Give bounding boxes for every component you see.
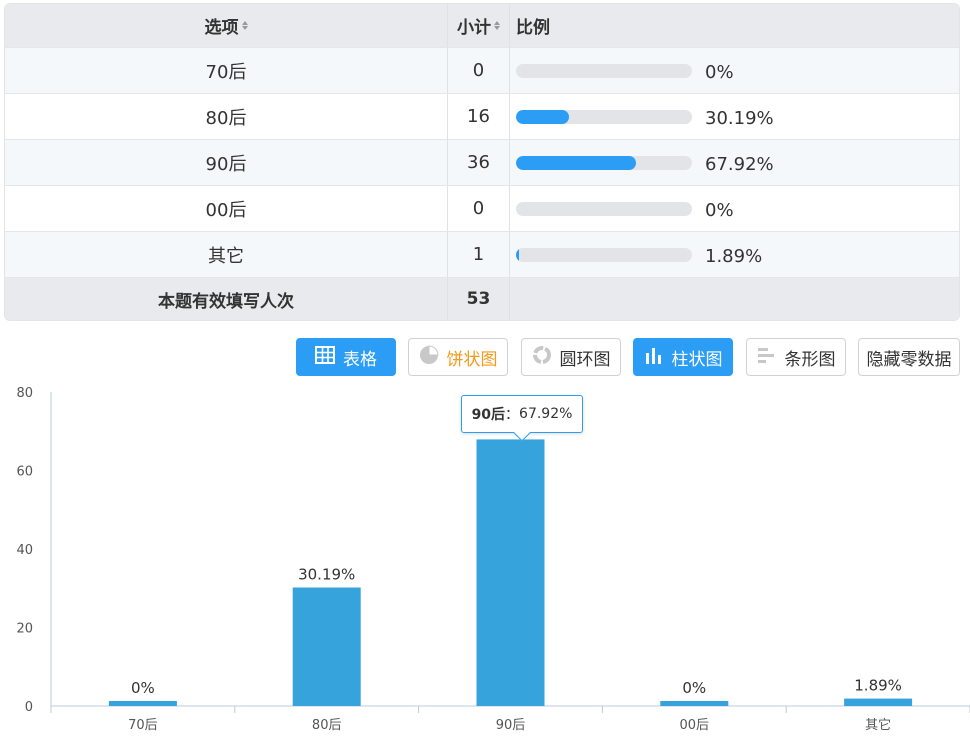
progress-bar xyxy=(516,63,692,78)
progress-bar xyxy=(516,247,692,262)
chart-bar xyxy=(844,698,913,706)
ratio-text: 30.19% xyxy=(705,108,774,129)
option-cell: 00后 xyxy=(5,186,448,231)
progress-bar xyxy=(516,109,692,124)
x-tick-label: 80后 xyxy=(312,718,342,733)
y-tick-label: 20 xyxy=(16,622,33,637)
ratio-header: 比例 xyxy=(516,18,550,38)
data-label: 0% xyxy=(682,679,706,697)
column-chart-button[interactable]: 柱状图 xyxy=(633,338,733,376)
y-tick-label: 60 xyxy=(16,465,33,480)
x-tick-label: 00后 xyxy=(680,718,710,733)
table-header: 选项 小计 比例 xyxy=(5,4,959,48)
count-cell: 16 xyxy=(448,94,510,139)
table-icon xyxy=(315,345,335,369)
tooltip-category: 90后 xyxy=(471,407,506,423)
progress-fill xyxy=(516,155,636,170)
count-cell: 0 xyxy=(448,48,510,93)
ratio-text: 0% xyxy=(705,200,734,221)
sort-icon[interactable] xyxy=(494,21,500,30)
progress-bar xyxy=(516,201,692,216)
ring-chart-icon xyxy=(532,345,552,370)
count-cell: 0 xyxy=(448,186,510,231)
pie-chart-button[interactable]: 饼状图 xyxy=(408,338,508,376)
pie-chart-icon xyxy=(419,344,439,370)
x-tick-label: 70后 xyxy=(128,718,158,733)
ratio-cell: 0% xyxy=(510,48,959,93)
option-cell: 80后 xyxy=(5,94,448,139)
ratio-cell: 30.19% xyxy=(510,94,959,139)
bar-chart-icon xyxy=(757,345,777,370)
pie-chart-label: 饼状图 xyxy=(446,349,498,370)
table-view-button[interactable]: 表格 xyxy=(296,338,396,376)
column-chart-label: 柱状图 xyxy=(671,349,723,370)
count-cell: 36 xyxy=(448,140,510,185)
option-cell: 其它 xyxy=(5,232,448,277)
table-row: 90后 36 67.92% xyxy=(5,140,959,186)
option-header[interactable]: 选项 xyxy=(5,4,448,47)
count-header-label: 小计 xyxy=(457,18,491,38)
table-row: 80后 16 30.19% xyxy=(5,94,959,140)
ring-chart-label: 圆环图 xyxy=(559,349,611,370)
option-cell: 70后 xyxy=(5,48,448,93)
count-header[interactable]: 小计 xyxy=(448,4,510,47)
total-label: 本题有效填写人次 xyxy=(5,278,448,320)
progress-fill xyxy=(516,247,520,262)
data-label: 0% xyxy=(131,679,155,697)
chart-bar xyxy=(108,701,177,706)
y-tick-label: 0 xyxy=(25,700,33,715)
bar-chart-button[interactable]: 条形图 xyxy=(746,338,846,376)
ratio-text: 67.92% xyxy=(705,154,774,175)
data-label: 1.89% xyxy=(854,677,902,695)
chart-tooltip: 90后： 67.92% xyxy=(461,395,583,442)
option-cell: 90后 xyxy=(5,140,448,185)
x-tick-label: 90后 xyxy=(496,718,526,733)
column-chart: 0 20 40 60 80 0% 70后 30.19% 80后 67.92% 90后 0% 00后 1.8… xyxy=(16,386,970,733)
hide-zero-data-button[interactable]: 隐藏零数据 xyxy=(858,338,960,376)
chart-bar xyxy=(292,587,361,706)
table-row: 其它 1 1.89% xyxy=(5,232,959,278)
table-total-row: 本题有效填写人次 53 xyxy=(5,278,959,320)
ratio-text: 1.89% xyxy=(705,246,763,267)
count-cell: 1 xyxy=(448,232,510,277)
total-count: 53 xyxy=(448,278,510,320)
x-tick-label: 其它 xyxy=(865,717,891,733)
data-label: 30.19% xyxy=(298,566,355,584)
table-row: 70后 0 0% xyxy=(5,48,959,94)
y-tick-label: 40 xyxy=(16,543,33,558)
ring-chart-button[interactable]: 圆环图 xyxy=(521,338,621,376)
results-table: 选项 小计 比例 70后 0 0% 80后 16 30.19% 90后 36 6… xyxy=(4,3,960,321)
chart-type-toolbar: 表格 饼状图 圆环图 柱状图 条形图 隐藏零数据 xyxy=(0,338,970,376)
hide-zero-data-label: 隐藏零数据 xyxy=(866,349,952,370)
ratio-cell: 67.92% xyxy=(510,140,959,185)
ratio-cell: 1.89% xyxy=(510,232,959,277)
chart-bar xyxy=(476,439,545,706)
progress-bar xyxy=(516,155,692,170)
table-row: 00后 0 0% xyxy=(5,186,959,232)
y-tick-label: 80 xyxy=(16,386,33,401)
chart-bar xyxy=(660,701,729,706)
table-view-label: 表格 xyxy=(343,349,377,370)
sort-icon[interactable] xyxy=(241,21,248,30)
ratio-text: 0% xyxy=(705,62,734,83)
ratio-cell: 0% xyxy=(510,186,959,231)
bar-chart-label: 条形图 xyxy=(784,349,836,370)
column-chart-icon xyxy=(644,345,664,370)
tooltip-value: 67.92% xyxy=(519,406,573,422)
option-header-label: 选项 xyxy=(204,18,239,38)
progress-fill xyxy=(516,109,570,124)
